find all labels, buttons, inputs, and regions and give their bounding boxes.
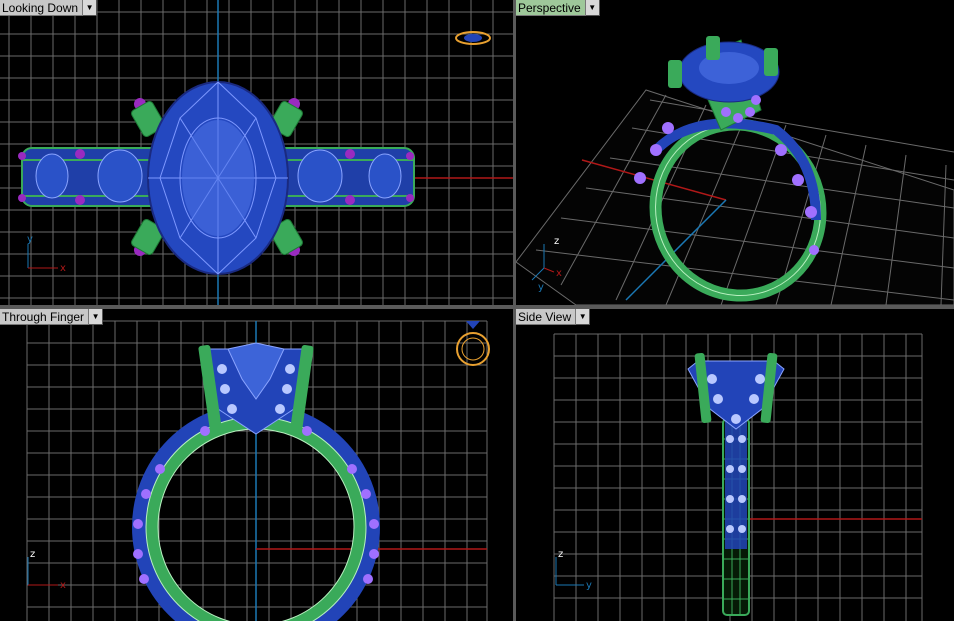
axis-label-x: x (556, 268, 562, 279)
viewport-looking-down[interactable]: Looking Down ▼ y x (0, 0, 513, 305)
axis-label-z: z (30, 549, 35, 560)
axis-indicator: z x (27, 549, 66, 591)
viewport-title: Side View (516, 309, 577, 325)
viewport-perspective[interactable]: Perspective ▼ z x y (516, 0, 954, 305)
viewport-canvas[interactable]: y x (0, 0, 513, 305)
viewport-canvas[interactable]: z y (516, 309, 954, 621)
viewport-side-view[interactable]: Side View ▼ z y (516, 309, 954, 621)
axis-label-z: z (554, 236, 559, 247)
viewport-tab-side-view[interactable]: Side View ▼ (516, 309, 591, 325)
viewport-tab-perspective[interactable]: Perspective ▼ (516, 0, 600, 16)
viewport-title: Through Finger (0, 309, 90, 325)
chevron-down-icon[interactable]: ▼ (83, 0, 98, 16)
axis-label-z: z (558, 549, 563, 560)
axis-label-y: y (27, 234, 33, 245)
viewport-title: Looking Down (0, 0, 84, 16)
axis-indicator: z y (555, 549, 592, 591)
ring-model-top (18, 81, 415, 275)
viewport-title: Perspective (516, 0, 586, 16)
viewport-tab-looking-down[interactable]: Looking Down ▼ (0, 0, 98, 16)
axis-label-y: y (538, 282, 544, 293)
axis-label-x: x (60, 580, 66, 591)
viewport-canvas[interactable]: z x y (516, 0, 954, 305)
axis-label-x: x (60, 263, 66, 274)
axis-label-y: y (586, 580, 592, 591)
viewport-through-finger[interactable]: Through Finger ▼ z x (0, 309, 513, 621)
chevron-down-icon[interactable]: ▼ (89, 309, 104, 325)
chevron-down-icon[interactable]: ▼ (585, 0, 600, 16)
viewport-tab-through-finger[interactable]: Through Finger ▼ (0, 309, 104, 325)
chevron-down-icon[interactable]: ▼ (576, 309, 591, 325)
viewport-canvas[interactable]: z x (0, 309, 513, 621)
